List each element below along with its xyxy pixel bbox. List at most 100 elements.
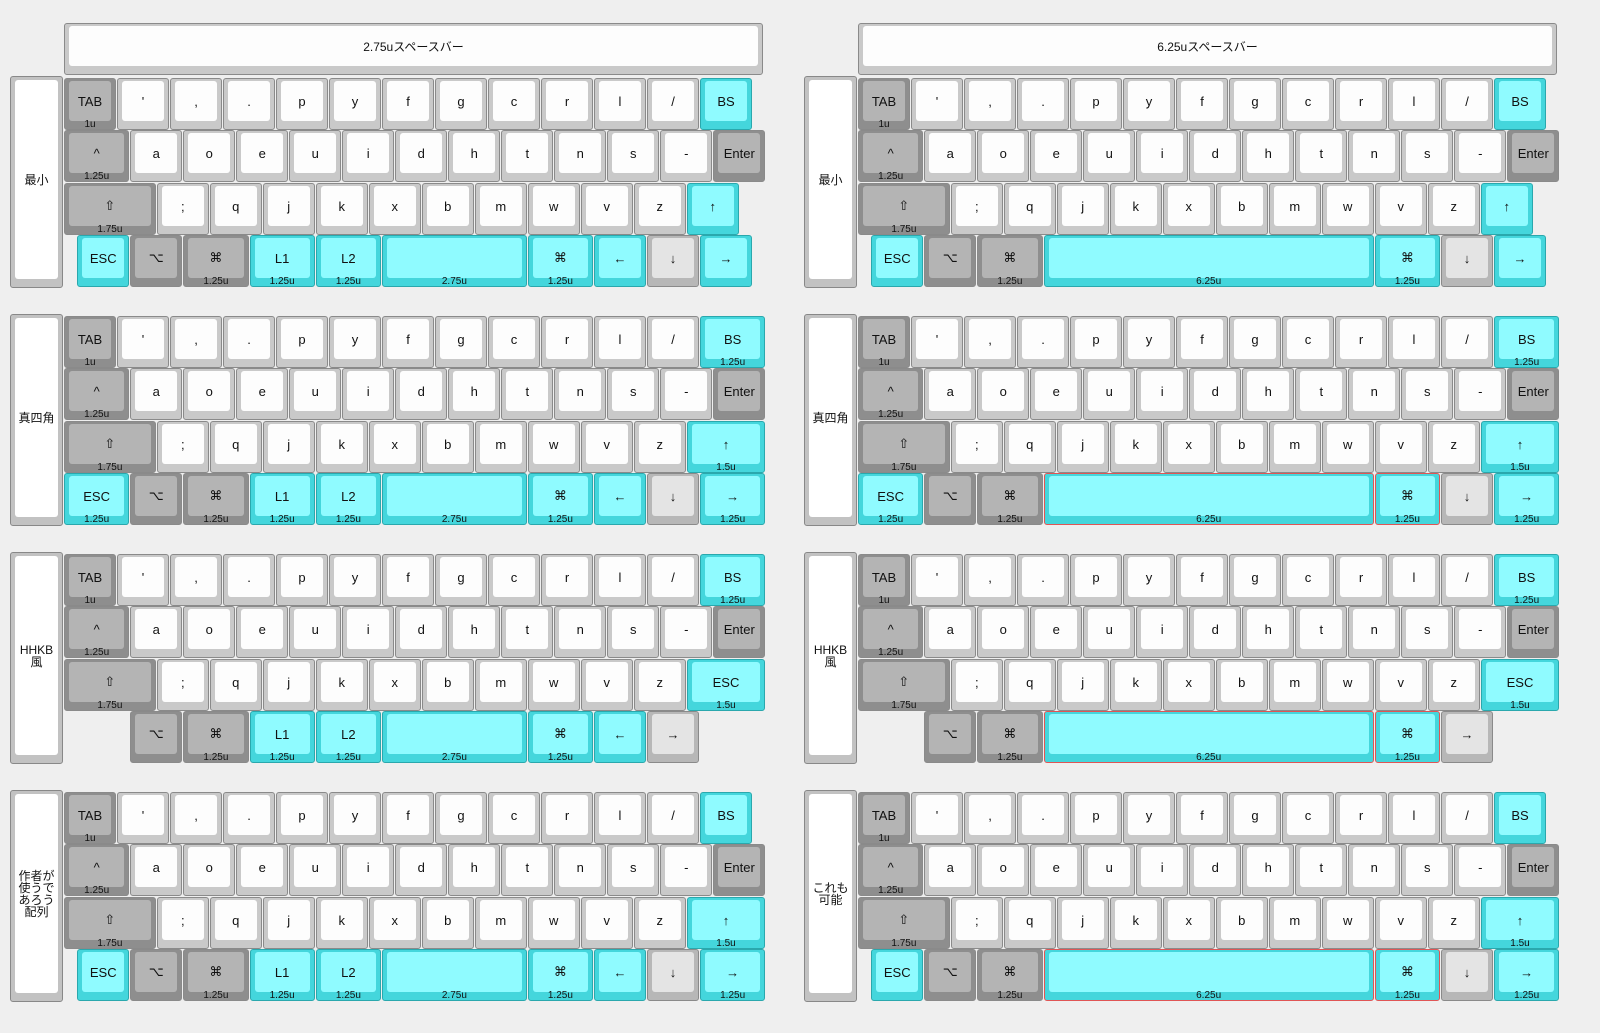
block5-key-r2-5-legend: d [1194, 609, 1237, 649]
block5-key-r2-3: u [1083, 606, 1136, 658]
block0-key-r2-6-legend: h [453, 133, 496, 173]
block5-key-r3-1-legend: q [1008, 662, 1051, 702]
block2-key-r1-10-legend: / [652, 319, 694, 359]
block1-down-arrow-key-legend: ↓ [1446, 238, 1488, 278]
block4-key-r3-3-legend: k [320, 662, 363, 702]
block0-key-r1-7: c [488, 78, 540, 130]
block3-key-r1-5: f [1176, 316, 1228, 368]
block5-key-r3-5: b [1215, 659, 1268, 711]
block0-key-r3-4-legend: x [373, 186, 416, 226]
block2-key-r2-2-legend: e [241, 371, 284, 411]
block4-alt-key-legend: ⌥ [135, 714, 178, 754]
block0-cmd-right-key-size-label: 1.25u [547, 276, 573, 287]
block7-key-r2-8: n [1348, 844, 1401, 896]
block7-key-r3-2: j [1056, 897, 1109, 949]
block7-key-r1-4-legend: y [1128, 795, 1170, 835]
block5-key-r3-7: w [1321, 659, 1374, 711]
block5-esc-key-right-size-label: 1.5u [1510, 700, 1530, 711]
block5-key-r1-2: . [1017, 554, 1069, 606]
block1-cmd-right-key: ⌘ 1.25u [1374, 235, 1440, 287]
block4-backspace-key: BS 1.25u [700, 554, 766, 606]
block7-key-r1-1: , [964, 792, 1016, 844]
block6-key-r2-10: - [660, 844, 713, 896]
block5-key-r2-10: - [1454, 606, 1507, 658]
block1-key-r1-0-legend: ' [916, 81, 958, 121]
block7-key-r1-6-legend: g [1234, 795, 1276, 835]
block7-key-r2-5: d [1189, 844, 1242, 896]
block3-key-r2-4: i [1136, 368, 1189, 420]
block2-key-r1-7: c [488, 316, 540, 368]
block6-key-r3-0-legend: ; [161, 900, 204, 940]
block3-cmd-right-key-size-label: 1.25u [1394, 514, 1420, 525]
block5-key-r3-0: ; [950, 659, 1003, 711]
block2-key-r2-7: t [501, 368, 554, 420]
block7-key-r2-1: o [977, 844, 1030, 896]
block1-cmd-left-key-legend: ⌘ [982, 238, 1038, 278]
block5-row-label: HHKB 風 [804, 552, 857, 764]
block0-key-r2-4-legend: i [347, 133, 390, 173]
block5-key-r2-2-legend: e [1035, 609, 1078, 649]
block2-enter-key-legend: Enter [718, 371, 761, 411]
block2-key-r2-0-legend: a [135, 371, 178, 411]
block0-key-r1-1: , [170, 78, 222, 130]
block7-key-r2-10: - [1454, 844, 1507, 896]
block1-key-r3-6-legend: m [1273, 186, 1316, 226]
block6-row-label: 作者が 使うで あろう 配列 [10, 790, 63, 1002]
block2-backspace-key: BS 1.25u [700, 316, 766, 368]
block1-key-r3-2: j [1056, 183, 1109, 235]
block3-key-r1-9: l [1388, 316, 1440, 368]
block1-alt-key-legend: ⌥ [929, 238, 972, 278]
block6-key-r3-2: j [262, 897, 315, 949]
block2-cmd-left-key-legend: ⌘ [188, 476, 244, 516]
block5-key-r3-1: q [1003, 659, 1056, 711]
block4-key-r2-5: d [395, 606, 448, 658]
block6-key-r1-9-legend: l [599, 795, 641, 835]
block3-cmd-left-key-legend: ⌘ [982, 476, 1038, 516]
block3-key-r2-7-legend: t [1300, 371, 1343, 411]
block3-cmd-left-key-size-label: 1.25u [997, 514, 1023, 525]
block4-key-r2-9-legend: s [612, 609, 655, 649]
block6-left-arrow-key-legend: ← [599, 952, 641, 992]
block2-key-r3-6: m [474, 421, 527, 473]
block3-key-r3-9: z [1427, 421, 1480, 473]
block0-key-r3-2-legend: j [267, 186, 310, 226]
block0-left-arrow-key: ← [594, 235, 646, 287]
block5-key-r2-6: h [1242, 606, 1295, 658]
block3-spacebar-key: 6.25u [1043, 473, 1374, 525]
block4-key-r2-8-legend: n [559, 609, 602, 649]
block7-key-r3-8-legend: v [1379, 900, 1422, 940]
block7-up-arrow-key: ↑ 1.5u [1480, 897, 1560, 949]
block5-key-r3-8-legend: v [1379, 662, 1422, 702]
block6-shift-key-size-label: 1.75u [97, 938, 123, 949]
block1-key-r1-9: l [1388, 78, 1440, 130]
block4-key-r2-6-legend: h [453, 609, 496, 649]
block0-esc-key-legend: ESC [82, 238, 125, 278]
block4-key-r2-3: u [289, 606, 342, 658]
block3-key-r2-9: s [1401, 368, 1454, 420]
block4-key-r1-10: / [647, 554, 699, 606]
block6-key-r1-1: , [170, 792, 222, 844]
block7-key-r1-0: ' [911, 792, 963, 844]
block1-key-r3-8-legend: v [1379, 186, 1422, 226]
block6-key-r3-6-legend: m [479, 900, 522, 940]
block6-key-r1-9: l [594, 792, 646, 844]
block2-key-r2-6-legend: h [453, 371, 496, 411]
block5-backspace-key: BS 1.25u [1494, 554, 1560, 606]
block6-key-r3-5-legend: b [426, 900, 469, 940]
block3-right-arrow-key-size-label: 1.25u [1514, 514, 1540, 525]
block7-tab-key-legend: TAB [863, 795, 905, 835]
block5-row-label-text: HHKB 風 [809, 556, 852, 755]
block5-key-r2-4: i [1136, 606, 1189, 658]
block7-spacebar-key: 6.25u [1043, 949, 1374, 1001]
block1-key-r3-7-legend: w [1326, 186, 1369, 226]
block2-esc-key-size-label: 1.25u [84, 514, 110, 525]
block5-key-r3-9-legend: z [1432, 662, 1475, 702]
block2-key-r3-2-legend: j [267, 424, 310, 464]
block0-key-r3-3-legend: k [320, 186, 363, 226]
block6-right-arrow-key-legend: → [705, 952, 761, 992]
block0-key-r2-8: n [554, 130, 607, 182]
block0-spacebar-key-size-label: 2.75u [441, 276, 467, 287]
block3-right-arrow-key-legend: → [1499, 476, 1555, 516]
block2-l2-key: L2 1.25u [315, 473, 381, 525]
block0-key-r2-0: a [130, 130, 183, 182]
